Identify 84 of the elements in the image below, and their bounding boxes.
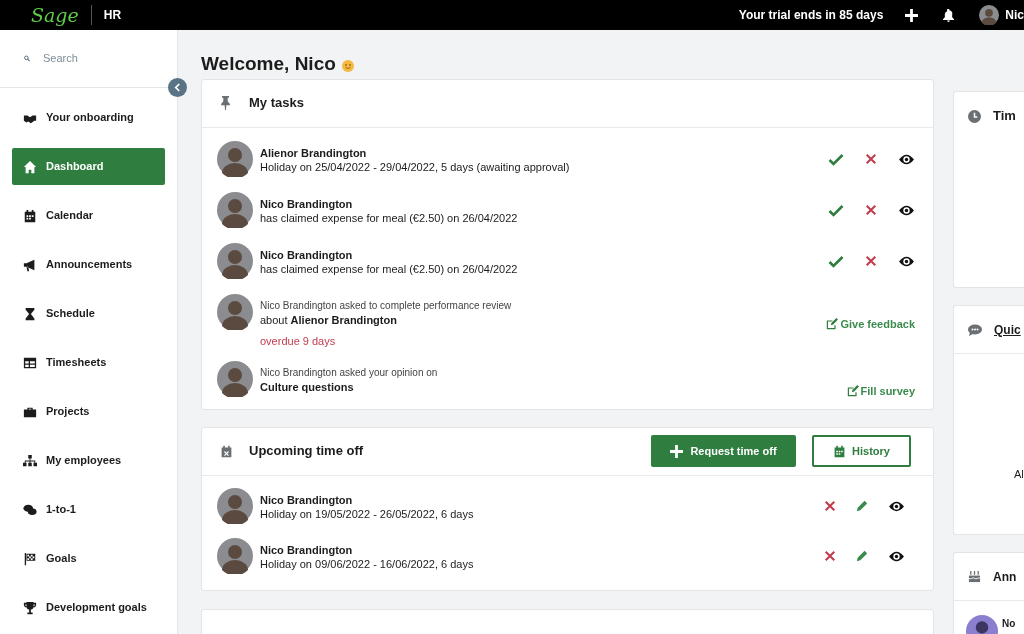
sidebar-item[interactable]: Projects [12, 393, 165, 430]
task-description: Nico Brandington asked your opinion on [260, 365, 438, 380]
plus-icon [670, 444, 684, 458]
card-title: Tim [993, 107, 1016, 126]
avatar [217, 360, 253, 397]
card-title: My tasks [249, 94, 304, 113]
sidebar-item[interactable]: Announcements [12, 246, 165, 283]
pencil-icon[interactable] [856, 550, 868, 562]
avatar [217, 191, 253, 228]
smiley-icon [341, 59, 354, 72]
person-name: Nico Brandington [260, 196, 354, 211]
close-icon[interactable] [824, 550, 836, 562]
sage-logo[interactable]: Sage [31, 5, 79, 25]
clock-icon [968, 109, 981, 123]
action-link[interactable]: Fill survey [846, 382, 915, 399]
calendar-icon [833, 444, 847, 458]
close-icon[interactable] [865, 153, 877, 165]
close-icon[interactable] [865, 255, 877, 267]
time-off-description: Holiday on 09/06/2022 - 16/06/2022, 6 days [260, 556, 474, 571]
calendar-icon [23, 208, 37, 223]
add-button[interactable] [905, 8, 919, 22]
sidebar-item[interactable]: Goals [12, 540, 165, 577]
sidebar-item[interactable]: My employees [12, 442, 165, 479]
trophy-icon [23, 600, 37, 615]
page-heading: Welcome, Nico [201, 52, 336, 76]
sidebar-item[interactable]: Dashboard [12, 148, 165, 185]
speech-bubble-icon [968, 323, 982, 336]
card-title: Ann [993, 568, 1017, 586]
edit-icon [826, 317, 839, 330]
person-name: No [1002, 618, 1016, 630]
action-link[interactable]: Give feedback [826, 315, 915, 332]
sidebar-item[interactable]: Development goals [12, 589, 165, 626]
sidebar-item[interactable]: Your onboarding [12, 99, 165, 136]
history-button[interactable]: History [812, 435, 911, 467]
card-text: Al [1014, 468, 1024, 480]
sidebar-item[interactable]: 1-to-1 [12, 491, 165, 528]
table-icon [23, 355, 37, 370]
sidebar-item[interactable]: Timesheets [12, 344, 165, 381]
task-description: has claimed expense for meal (€2.50) on 26/04/2022 [260, 261, 518, 276]
overdue-note: overdue 9 days [260, 333, 337, 348]
sitemap-icon [23, 453, 37, 468]
avatar [217, 293, 253, 330]
pencil-icon[interactable] [856, 500, 868, 512]
request-time-off-button[interactable]: Request time off [651, 435, 796, 467]
avatar [217, 140, 253, 177]
user-name[interactable]: Nic [1005, 6, 1024, 24]
card-title: Upcoming time off [249, 442, 364, 461]
bell-icon[interactable] [943, 8, 955, 22]
avatar [217, 487, 253, 524]
search-field[interactable]: Search [43, 50, 153, 67]
close-icon[interactable] [865, 204, 877, 216]
task-description: Holiday on 25/04/2022 - 29/04/2022, 5 days (awaiting approval) [260, 159, 570, 174]
task-subject: about Alienor Brandington [260, 312, 398, 327]
avatar [217, 242, 253, 279]
time-off-description: Holiday on 19/05/2022 - 26/05/2022, 6 days [260, 506, 474, 521]
task-description: Nico Brandington asked to complete performance review [260, 298, 512, 313]
cake-icon [968, 570, 981, 583]
chat-bubbles-icon [23, 502, 37, 517]
card-title-link[interactable]: Quic [994, 320, 1021, 339]
person-name: Nico Brandington [260, 492, 354, 507]
task-subject: Culture questions [260, 379, 355, 394]
avatar [217, 537, 253, 574]
chevron-left-icon [174, 83, 181, 92]
checkmark-icon[interactable] [828, 254, 844, 268]
calendar-x-icon [220, 444, 233, 458]
hourglass-icon [23, 306, 37, 321]
close-icon[interactable] [824, 500, 836, 512]
pin-icon [220, 96, 231, 110]
megaphone-icon [23, 257, 37, 272]
user-avatar[interactable] [979, 5, 1000, 25]
sidebar-item[interactable]: Calendar [12, 197, 165, 234]
person-name: Nico Brandington [260, 247, 354, 262]
checkmark-icon[interactable] [828, 203, 844, 217]
plus-icon [905, 8, 919, 22]
task-description: has claimed expense for meal (€2.50) on 26/04/2022 [260, 210, 518, 225]
sidebar-item[interactable]: Schedule [12, 295, 165, 332]
person-name: Nico Brandington [260, 542, 354, 557]
checkered-flag-icon [23, 551, 37, 566]
checkmark-icon[interactable] [828, 152, 844, 166]
product-name: HR [103, 7, 122, 24]
home-icon [23, 159, 37, 174]
edit-icon [846, 384, 859, 397]
person-name: Alienor Brandington [260, 145, 368, 160]
trial-notice: Your trial ends in 85 days [738, 7, 884, 24]
